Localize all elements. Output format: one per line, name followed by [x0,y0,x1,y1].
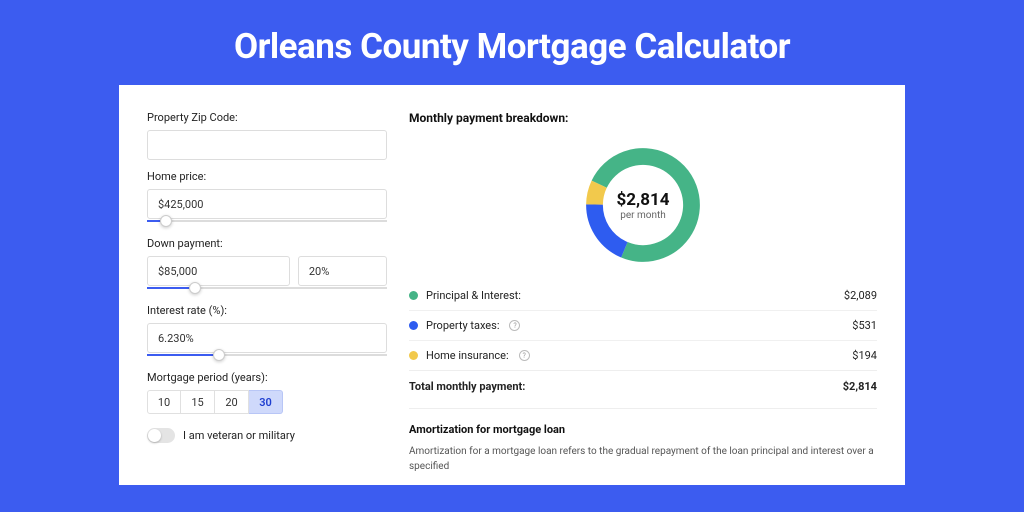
legend-dot-icon [409,351,418,360]
legend-row: Property taxes:? $531 [409,310,877,340]
home-price-slider[interactable] [147,215,387,227]
legend: Principal & Interest: $2,089 Property taxe… [409,281,877,370]
info-icon[interactable]: ? [519,350,530,361]
mortgage-period-group: 10152030 [147,390,387,414]
period-option-30[interactable]: 30 [249,390,283,414]
total-row: Total monthly payment: $2,814 [409,370,877,402]
legend-value: $2,089 [844,289,877,302]
total-label: Total monthly payment: [409,380,525,393]
zip-input[interactable] [147,130,387,160]
legend-dot-icon [409,321,418,330]
zip-label: Property Zip Code: [147,111,387,124]
amortization-section: Amortization for mortgage loan Amortizat… [409,408,877,474]
interest-rate-slider[interactable] [147,349,387,361]
legend-row: Home insurance:? $194 [409,340,877,370]
results-column: Monthly payment breakdown: $2,814 per mo… [409,105,877,485]
legend-value: $531 [852,319,877,332]
legend-dot-icon [409,291,418,300]
amortization-title: Amortization for mortgage loan [409,423,877,436]
slider-thumb[interactable] [160,215,172,227]
slider-thumb[interactable] [189,282,201,294]
veteran-label: I am veteran or military [183,429,295,442]
down-payment-label: Down payment: [147,237,387,250]
period-option-10[interactable]: 10 [147,390,181,414]
legend-label: Principal & Interest: [426,289,521,302]
calculator-panel: Property Zip Code: Home price: Down paym… [119,85,905,485]
interest-rate-label: Interest rate (%): [147,304,387,317]
total-value: $2,814 [843,380,877,393]
veteran-toggle[interactable] [147,428,175,443]
breakdown-title: Monthly payment breakdown: [409,111,877,125]
period-option-20[interactable]: 20 [215,390,249,414]
legend-row: Principal & Interest: $2,089 [409,281,877,310]
donut-center-value: $2,814 [617,190,670,210]
donut-center-sub: per month [620,210,666,221]
home-price-label: Home price: [147,170,387,183]
slider-thumb[interactable] [213,349,225,361]
payment-donut-chart: $2,814 per month [579,141,707,269]
toggle-knob-icon [148,429,161,442]
info-icon[interactable]: ? [509,320,520,331]
legend-value: $194 [852,349,877,362]
page-title: Orleans County Mortgage Calculator [0,0,1024,85]
mortgage-period-label: Mortgage period (years): [147,371,387,384]
down-payment-slider[interactable] [147,282,387,294]
period-option-15[interactable]: 15 [181,390,215,414]
legend-label: Home insurance: [426,349,509,362]
amortization-text: Amortization for a mortgage loan refers … [409,444,877,474]
legend-label: Property taxes: [426,319,499,332]
input-column: Property Zip Code: Home price: Down paym… [147,105,387,485]
